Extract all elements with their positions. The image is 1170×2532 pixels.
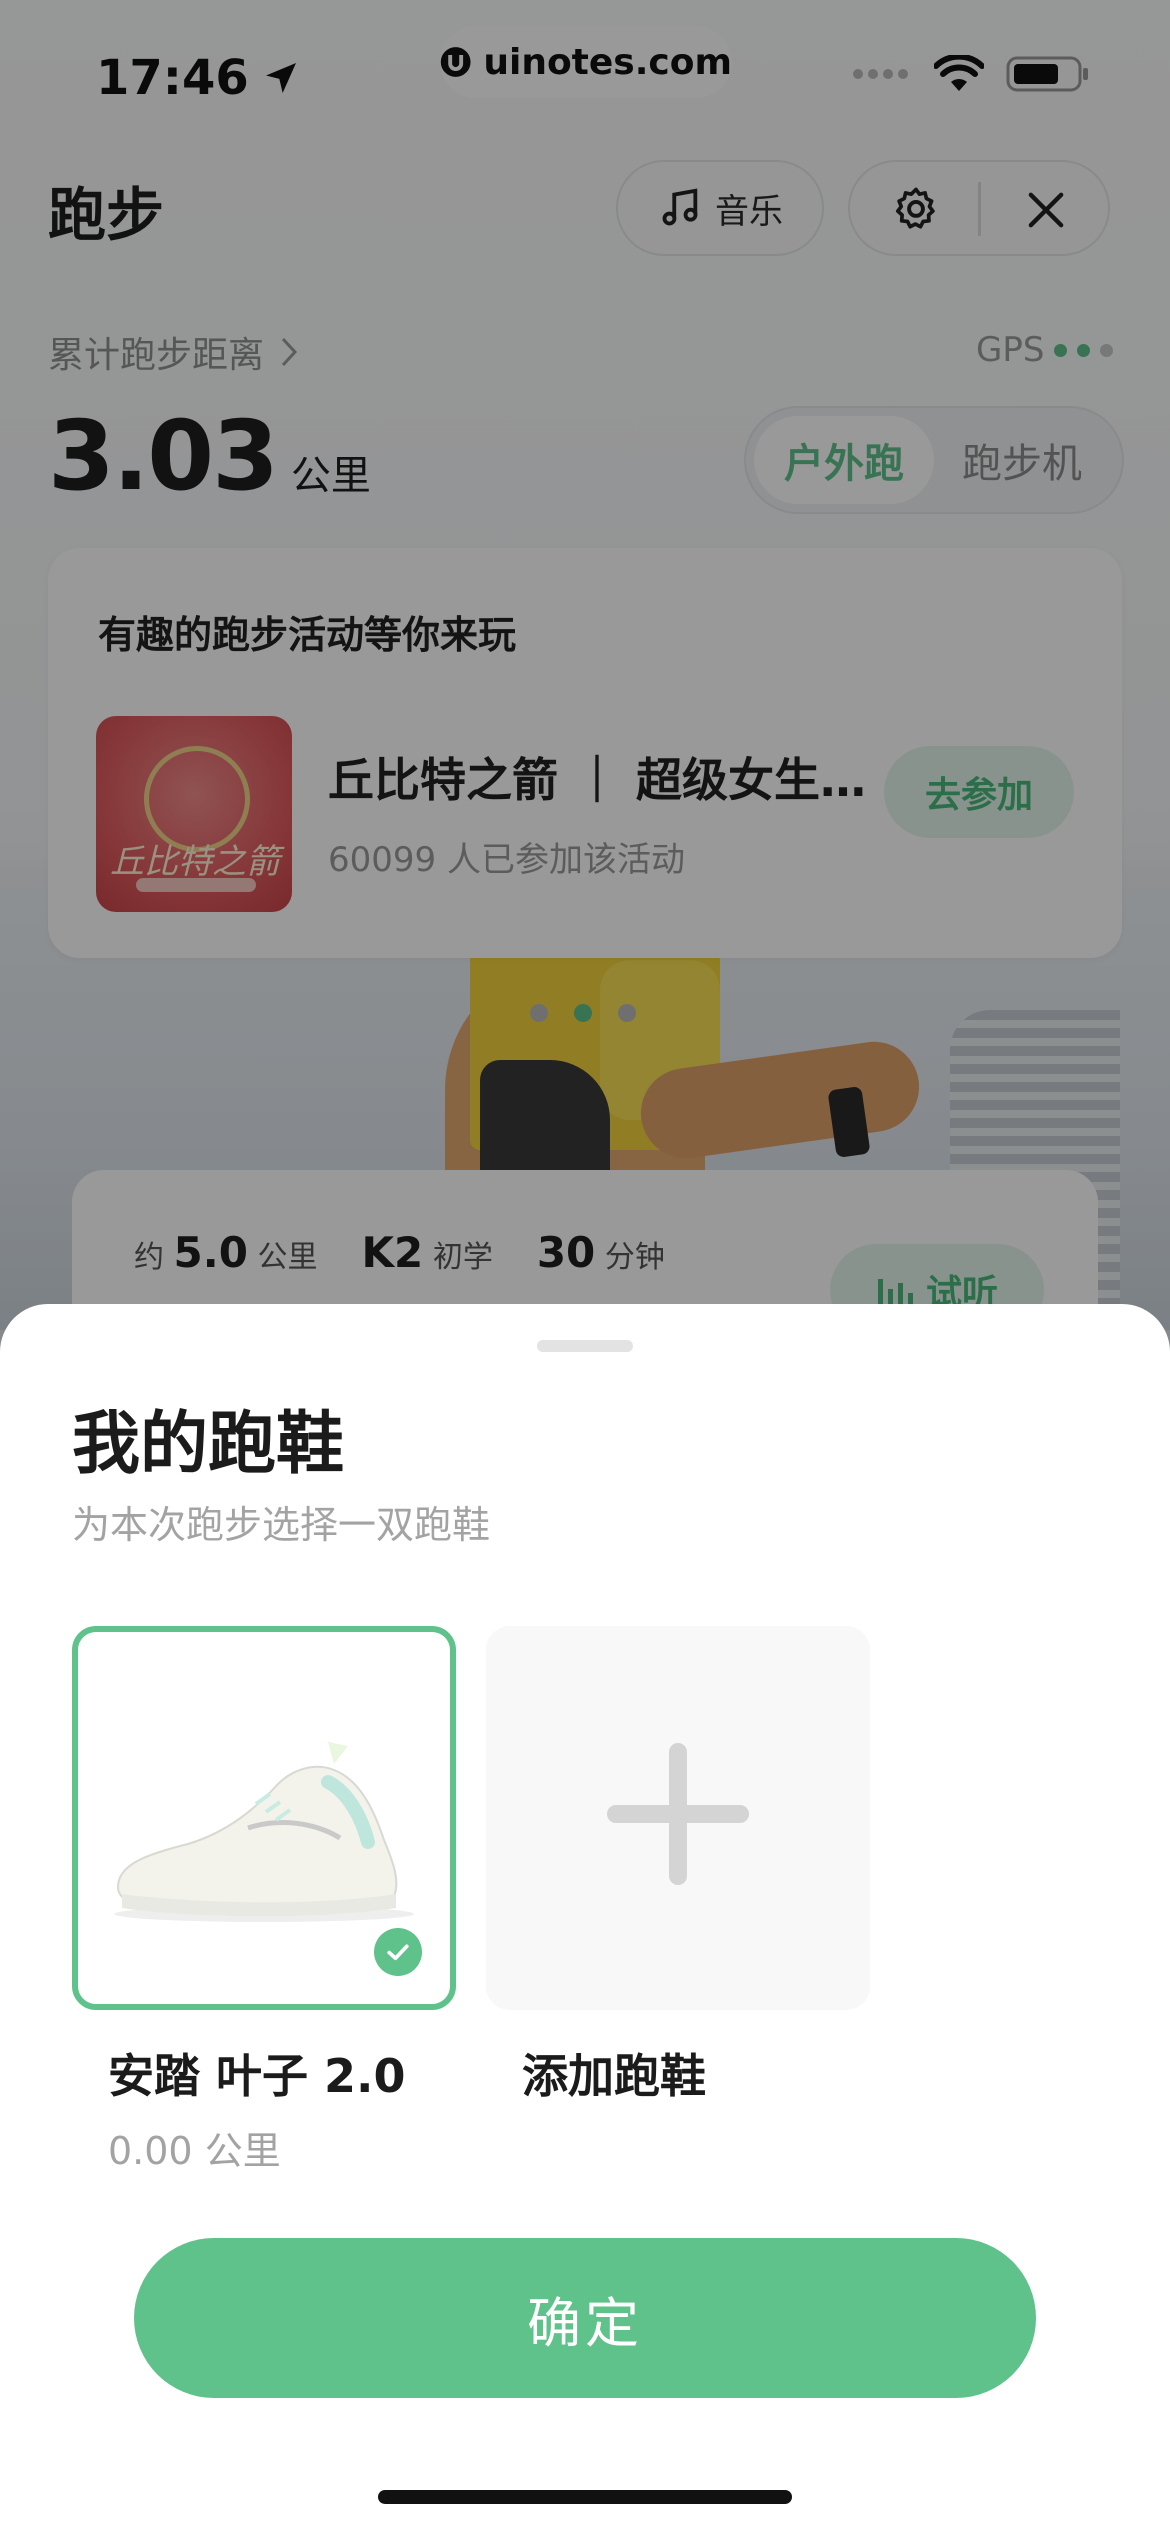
add-shoe-label: 添加跑鞋: [522, 2049, 706, 2103]
shoe-option-selected[interactable]: [72, 1626, 456, 2010]
sheet-title: 我的跑鞋: [72, 1405, 345, 1484]
shoe-name: 安踏 叶子 2.0: [108, 2049, 406, 2103]
add-shoe-button[interactable]: [486, 1626, 870, 2010]
home-indicator: [378, 2490, 792, 2504]
plus-icon: [607, 1743, 749, 1885]
confirm-button[interactable]: 确定: [134, 2238, 1036, 2398]
shoe-picker-sheet: 我的跑鞋 为本次跑步选择一双跑鞋 安踏 叶子 2.0 0.00 公里 添加跑鞋 …: [0, 1304, 1170, 2532]
selected-check-icon: [374, 1928, 422, 1976]
shoe-distance: 0.00 公里: [108, 2129, 281, 2173]
sheet-subtitle: 为本次跑步选择一双跑鞋: [72, 1503, 491, 1547]
sheet-grabber[interactable]: [537, 1340, 633, 1352]
